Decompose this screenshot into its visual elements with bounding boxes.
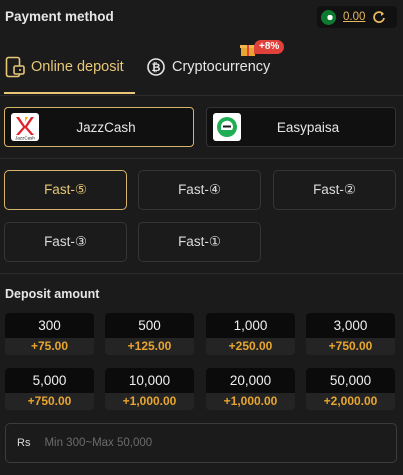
amount-option-500[interactable]: 500 +125.00 (105, 313, 194, 355)
amount-bonus: +75.00 (5, 338, 94, 355)
amount-field[interactable]: Rs (5, 423, 397, 463)
amount-value: 20,000 (206, 368, 295, 393)
mobile-wallet-icon (5, 56, 25, 78)
method-easypaisa-label: Easypaisa (276, 119, 340, 135)
active-tab-indicator (4, 92, 135, 94)
deposit-amount-title: Deposit amount (5, 287, 100, 301)
channel-fast-2[interactable]: Fast-② (273, 170, 396, 210)
amount-bonus: +250.00 (206, 338, 295, 355)
easypaisa-logo-icon (213, 113, 241, 141)
method-jazzcash-label: JazzCash (76, 119, 136, 135)
amount-bonus: +1,000.00 (206, 393, 295, 410)
header: Payment method 0.00 (0, 0, 403, 34)
svg-text:₿: ₿ (152, 62, 161, 74)
channel-fast-5[interactable]: Fast-⑤ (4, 170, 127, 210)
method-jazzcash[interactable]: JazzCash JazzCash (4, 107, 194, 147)
amount-bonus: +750.00 (5, 393, 94, 410)
amount-option-20000[interactable]: 20,000 +1,000.00 (206, 368, 295, 410)
amount-value: 3,000 (306, 313, 395, 338)
channel-fast-4[interactable]: Fast-④ (138, 170, 261, 210)
amount-value: 300 (5, 313, 94, 338)
amount-option-3000[interactable]: 3,000 +750.00 (306, 313, 395, 355)
jazzcash-logo-icon: JazzCash (11, 113, 39, 141)
balance-value[interactable]: 0.00 (343, 11, 365, 23)
pakistan-flag-icon (321, 9, 336, 25)
amount-option-300[interactable]: 300 +75.00 (5, 313, 94, 355)
divider (0, 158, 403, 159)
refresh-icon[interactable] (372, 10, 386, 24)
crypto-promo-badge: +8% (254, 40, 285, 54)
divider (0, 95, 403, 96)
tab-online-deposit[interactable]: Online deposit (5, 56, 124, 78)
amount-bonus: +750.00 (306, 338, 395, 355)
payment-tabs: Online deposit ₿ Cryptocurrency +8% (0, 40, 403, 96)
tab-cryptocurrency[interactable]: ₿ Cryptocurrency (146, 56, 270, 78)
method-easypaisa[interactable]: Easypaisa (206, 107, 396, 147)
amount-option-1000[interactable]: 1,000 +250.00 (206, 313, 295, 355)
amount-value: 10,000 (105, 368, 194, 393)
tab-online-deposit-label: Online deposit (31, 59, 124, 75)
tab-cryptocurrency-label: Cryptocurrency (172, 59, 271, 75)
amount-bonus: +125.00 (105, 338, 194, 355)
jazzcash-logo-text: JazzCash (15, 136, 35, 141)
amount-value: 5,000 (5, 368, 94, 393)
amount-value: 500 (105, 313, 194, 338)
amount-option-50000[interactable]: 50,000 +2,000.00 (306, 368, 395, 410)
bitcoin-icon: ₿ (146, 56, 166, 78)
divider (0, 273, 403, 274)
amount-bonus: +2,000.00 (306, 393, 395, 410)
amount-option-10000[interactable]: 10,000 +1,000.00 (105, 368, 194, 410)
amount-input[interactable] (44, 437, 396, 449)
amount-bonus: +1,000.00 (105, 393, 194, 410)
amount-value: 1,000 (206, 313, 295, 338)
channel-fast-1[interactable]: Fast-① (138, 222, 261, 262)
channel-fast-3[interactable]: Fast-③ (4, 222, 127, 262)
amount-value: 50,000 (306, 368, 395, 393)
currency-label: Rs (17, 437, 31, 449)
amount-option-5000[interactable]: 5,000 +750.00 (5, 368, 94, 410)
page-title: Payment method (5, 9, 114, 24)
balance-box: 0.00 (317, 6, 397, 28)
